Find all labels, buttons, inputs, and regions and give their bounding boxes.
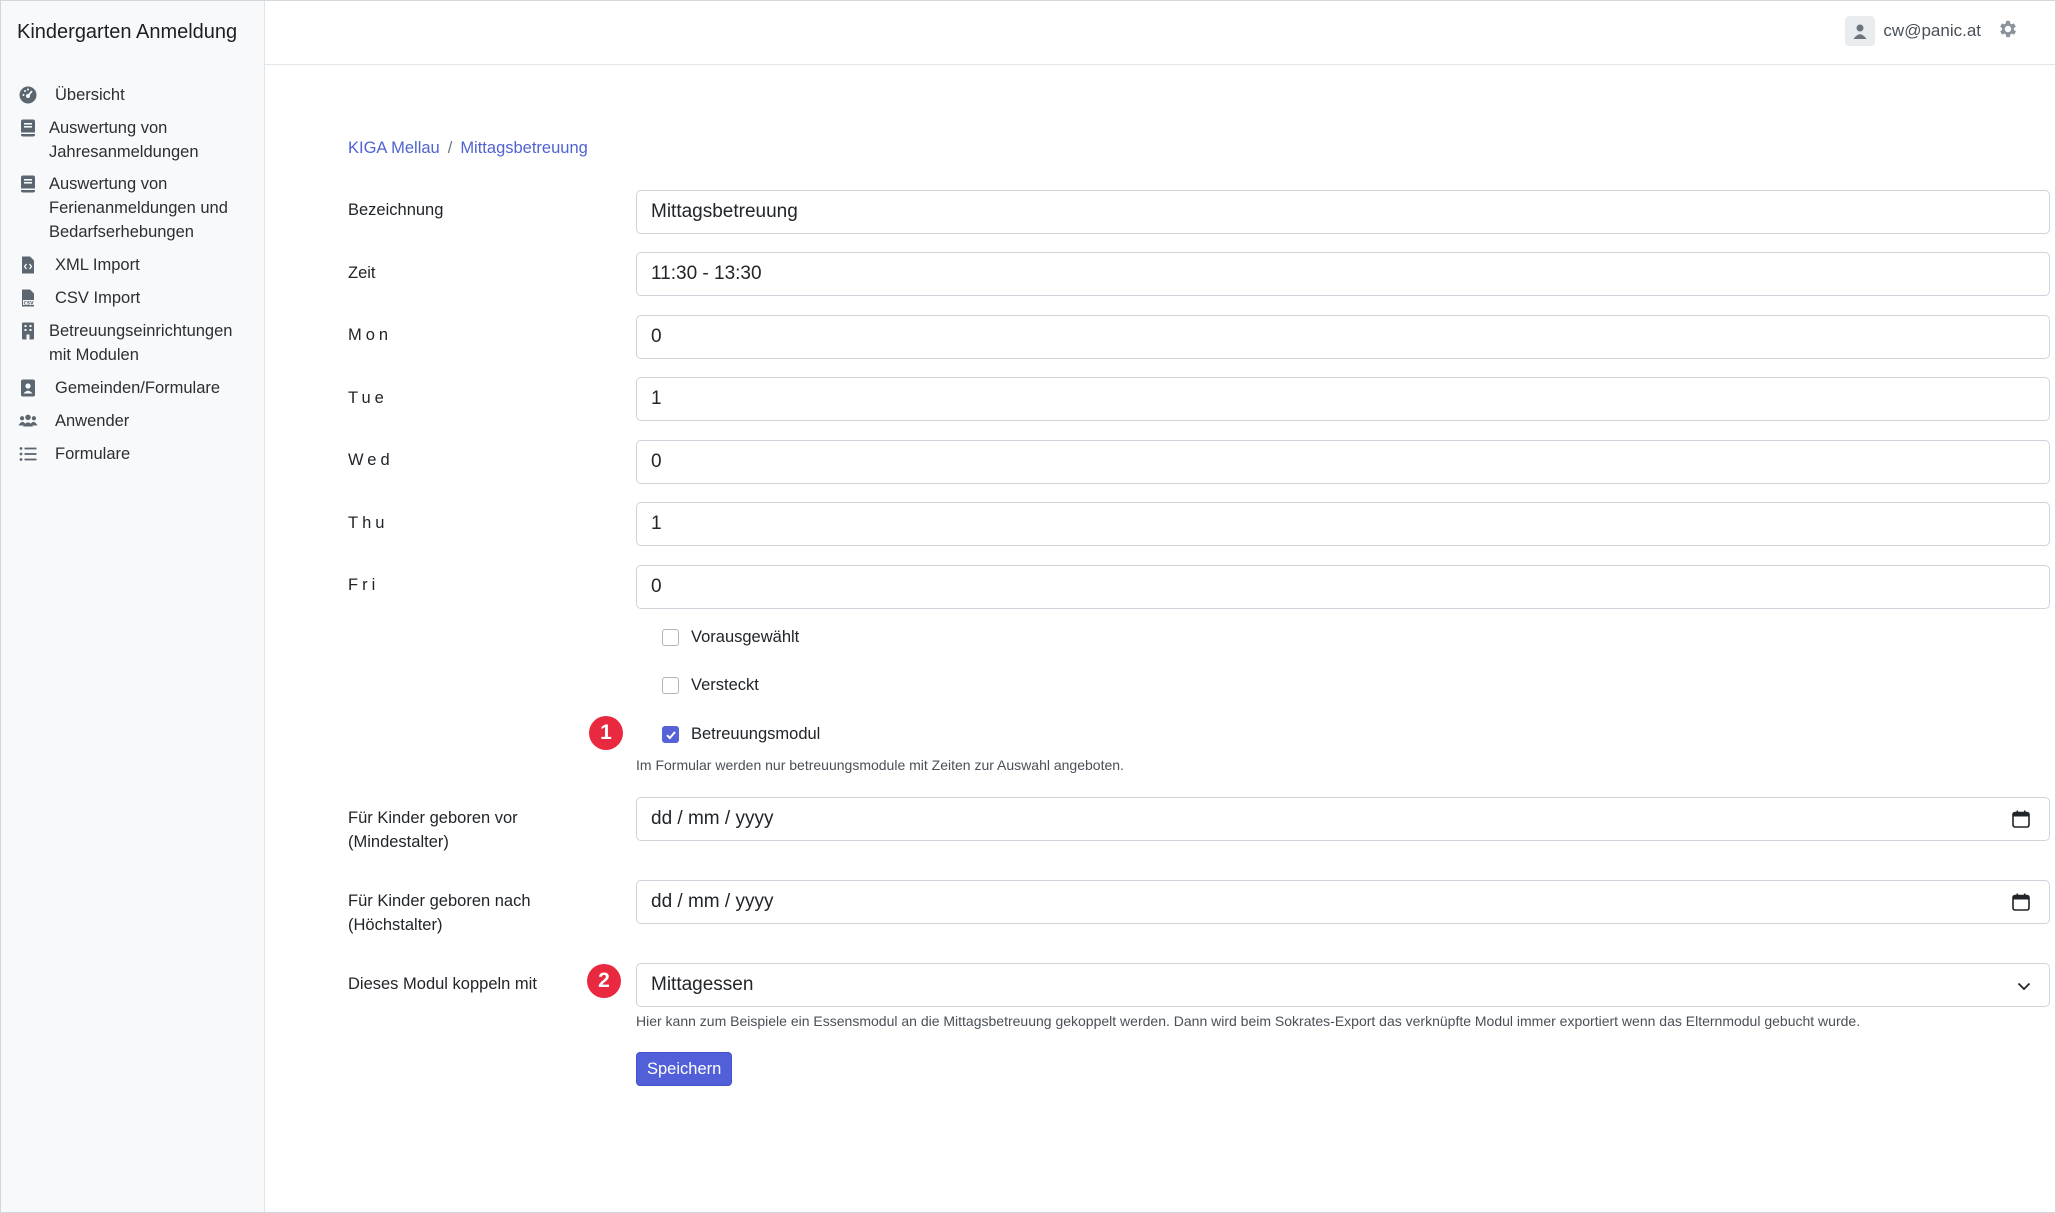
fri-label: Fri (348, 576, 380, 594)
min-age-date-value[interactable]: dd / mm / yyyy (651, 808, 773, 830)
sidebar-item-label: Auswertung von Jahresanmeldungen (49, 119, 199, 161)
max-age-label-line2: (Höchstalter) (348, 916, 443, 934)
mon-label: Mon (348, 326, 393, 344)
thu-field[interactable] (636, 502, 2050, 546)
address-book-icon (17, 377, 39, 399)
sidebar-item-label: Formulare (55, 445, 131, 463)
max-age-date-value[interactable]: dd / mm / yyyy (651, 891, 773, 913)
annotation-marker-1: 1 (589, 716, 623, 750)
sidebar-item-anwender[interactable]: Anwender (1, 409, 265, 433)
thu-label: Thu (348, 514, 389, 532)
sidebar-item-label: Anwender (55, 412, 130, 430)
thu-input[interactable] (651, 513, 2035, 535)
sidebar-item-label: Auswertung von Ferienanmeldungen und Bed… (49, 175, 228, 241)
sidebar-item-formulare[interactable]: Formulare (1, 442, 265, 466)
koppeln-help-text: Hier kann zum Beispiele ein Essensmodul … (636, 1013, 1861, 1029)
user-email[interactable]: cw@panic.at (1883, 21, 1981, 41)
betreuungsmodul-help-text: Im Formular werden nur betreuungsmodule … (636, 757, 1124, 773)
zeit-input[interactable] (651, 263, 2035, 285)
sidebar-item-label: Gemeinden/Formulare (55, 379, 221, 397)
tue-label: Tue (348, 389, 388, 407)
tue-input[interactable] (651, 388, 2035, 410)
zeit-field[interactable] (636, 252, 2050, 296)
breadcrumb-parent-link[interactable]: KIGA Mellau (348, 139, 440, 157)
vorausgewaehlt-checkbox-row[interactable]: Vorausgewählt (662, 628, 799, 647)
bezeichnung-label: Bezeichnung (348, 201, 444, 219)
sidebar-item-uebersicht[interactable]: Übersicht (1, 83, 265, 107)
fri-field[interactable] (636, 565, 2050, 609)
wed-label: Wed (348, 451, 394, 469)
versteckt-checkbox-row[interactable]: Versteckt (662, 676, 759, 695)
min-age-label: Für Kinder geboren vor (Mindestalter) (348, 806, 518, 854)
book-icon (17, 117, 39, 139)
sidebar-item-csv-import[interactable]: CSV CSV Import (1, 286, 265, 310)
user-menu[interactable]: cw@panic.at (1845, 16, 2019, 46)
sidebar-item-ferienanmeldungen[interactable]: Auswertung von Ferienanmeldungen und Bed… (1, 172, 265, 244)
min-age-label-line2: (Mindestalter) (348, 833, 449, 851)
sidebar-item-label: Übersicht (55, 86, 125, 104)
koppeln-select[interactable]: Mittagessen (636, 963, 2050, 1007)
top-bar: cw@panic.at (265, 1, 2055, 65)
wed-input[interactable] (651, 451, 2035, 473)
min-age-label-line1: Für Kinder geboren vor (348, 809, 518, 827)
sidebar: Kindergarten Anmeldung Übersicht Auswert… (1, 1, 265, 1212)
dashboard-icon (17, 84, 39, 106)
vorausgewaehlt-checkbox[interactable] (662, 629, 679, 646)
versteckt-checkbox[interactable] (662, 677, 679, 694)
sidebar-item-label: CSV Import (55, 289, 141, 307)
wed-field[interactable] (636, 440, 2050, 484)
bezeichnung-input[interactable] (651, 201, 2035, 223)
sidebar-item-betreuungseinrichtungen[interactable]: Betreuungseinrichtungen mit Modulen (1, 319, 265, 367)
mon-field[interactable] (636, 315, 2050, 359)
file-code-icon (17, 254, 39, 276)
list-icon (17, 443, 39, 465)
svg-text:CSV: CSV (24, 300, 35, 306)
breadcrumb: KIGA Mellau / Mittagsbetreuung (348, 139, 588, 158)
building-icon (17, 320, 39, 342)
breadcrumb-separator: / (447, 139, 453, 157)
annotation-marker-2: 2 (587, 964, 621, 998)
betreuungsmodul-label[interactable]: Betreuungsmodul (691, 725, 820, 744)
vorausgewaehlt-label[interactable]: Vorausgewählt (691, 628, 799, 647)
min-age-date-field[interactable]: dd / mm / yyyy (636, 797, 2050, 841)
koppeln-selected-value[interactable]: Mittagessen (651, 974, 753, 996)
max-age-label: Für Kinder geboren nach (Höchstalter) (348, 889, 531, 937)
users-icon (17, 410, 39, 432)
file-csv-icon: CSV (17, 287, 39, 309)
sidebar-item-xml-import[interactable]: XML Import (1, 253, 265, 277)
zeit-label: Zeit (348, 264, 376, 282)
sidebar-item-label: Betreuungseinrichtungen mit Modulen (49, 322, 233, 364)
gear-icon[interactable] (1997, 18, 2019, 45)
sidebar-nav: Übersicht Auswertung von Jahresanmeldung… (1, 83, 265, 475)
mon-input[interactable] (651, 326, 2035, 348)
brand-title[interactable]: Kindergarten Anmeldung (17, 21, 237, 44)
chevron-down-icon[interactable] (2015, 977, 2033, 995)
betreuungsmodul-checkbox[interactable] (662, 726, 679, 743)
versteckt-label[interactable]: Versteckt (691, 676, 759, 695)
sidebar-item-label: XML Import (55, 256, 140, 274)
main-content: KIGA Mellau / Mittagsbetreuung Bezeichnung… (265, 65, 2055, 1212)
koppeln-label: Dieses Modul koppeln mit (348, 975, 537, 993)
user-avatar-icon (1845, 16, 1876, 46)
sidebar-item-gemeinden[interactable]: Gemeinden/Formulare (1, 376, 265, 400)
fri-input[interactable] (651, 576, 2035, 598)
max-age-date-field[interactable]: dd / mm / yyyy (636, 880, 2050, 924)
betreuungsmodul-checkbox-row[interactable]: Betreuungsmodul (662, 725, 820, 744)
save-button[interactable]: Speichern (636, 1052, 733, 1086)
breadcrumb-current[interactable]: Mittagsbetreuung (460, 139, 588, 157)
bezeichnung-field[interactable] (636, 190, 2050, 234)
max-age-label-line1: Für Kinder geboren nach (348, 892, 531, 910)
app-window: Kindergarten Anmeldung Übersicht Auswert… (0, 0, 2056, 1213)
checkmark-icon (665, 730, 676, 739)
book-icon (17, 173, 39, 195)
calendar-icon[interactable] (2011, 809, 2031, 829)
calendar-icon[interactable] (2011, 892, 2031, 912)
sidebar-item-jahresanmeldungen[interactable]: Auswertung von Jahresanmeldungen (1, 116, 265, 164)
tue-field[interactable] (636, 377, 2050, 421)
